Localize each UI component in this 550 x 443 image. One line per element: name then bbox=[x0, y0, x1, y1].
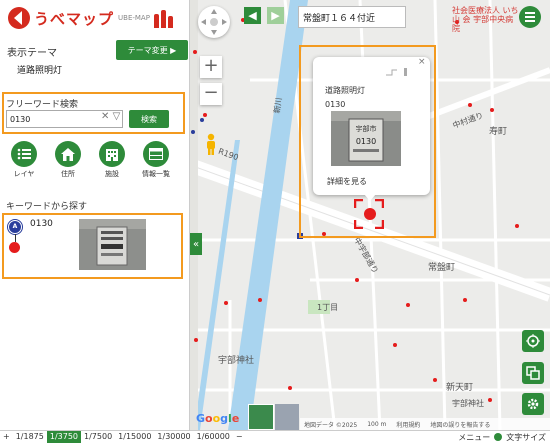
scale-minus[interactable]: − bbox=[233, 431, 246, 443]
locate-icon[interactable] bbox=[522, 330, 544, 352]
layer-toggle-thumb[interactable] bbox=[248, 404, 274, 430]
poi-label-ube-jinja: 宇部神社 bbox=[452, 399, 484, 408]
popup-code: 0130 bbox=[325, 100, 346, 109]
logo-text: うべマップ bbox=[34, 9, 115, 28]
freeword-highlight bbox=[2, 92, 185, 134]
home-icon bbox=[55, 141, 81, 167]
logo-mark-icon bbox=[8, 7, 30, 29]
svg-text:宇部市: 宇部市 bbox=[356, 124, 377, 133]
popup-title: 道路照明灯 bbox=[325, 86, 365, 95]
svg-text:0130: 0130 bbox=[356, 137, 376, 146]
google-logo: Google bbox=[196, 412, 240, 425]
logo[interactable]: うべマップ UBE-MAP bbox=[8, 6, 178, 30]
satellite-toggle-thumb[interactable] bbox=[275, 404, 299, 430]
details-link[interactable]: 詳細を見る bbox=[327, 176, 367, 187]
building-icon bbox=[99, 141, 125, 167]
facility-button[interactable]: 施設 bbox=[96, 141, 128, 179]
current-theme: 道路照明灯 bbox=[17, 66, 63, 76]
result-highlight bbox=[2, 213, 183, 279]
scale-option[interactable]: 1/60000 bbox=[194, 431, 233, 443]
keyword-label: キーワードから探す bbox=[6, 202, 88, 212]
scale-option[interactable]: 1/7500 bbox=[81, 431, 115, 443]
selected-marker[interactable] bbox=[364, 208, 376, 220]
route-icon[interactable] bbox=[385, 67, 409, 77]
layer-label: レイヤ bbox=[13, 170, 35, 178]
forward-arrow-icon[interactable]: ▶ bbox=[267, 7, 284, 24]
text-size-icon bbox=[494, 433, 503, 441]
area-label-1chome: 1丁目 bbox=[317, 303, 339, 312]
zoom-in-button[interactable]: + bbox=[200, 56, 222, 78]
area-label-tokiwa: 常盤町 bbox=[428, 263, 456, 273]
river-label: 新川 bbox=[272, 96, 284, 115]
logo-subtitle: UBE-MAP bbox=[118, 14, 150, 22]
popup-photo[interactable]: 宇部市 0130 bbox=[331, 111, 401, 166]
theme-change-button[interactable]: テーマ変更 ▶ bbox=[116, 40, 188, 60]
map-attribution: 地図データ ©2025 100 m 利用規約 地図の誤りを報告する bbox=[300, 418, 550, 430]
menu-link[interactable]: メニュー bbox=[458, 432, 490, 443]
info-popup: × 道路照明灯 0130 宇部市 0130 詳細を見る bbox=[313, 57, 430, 195]
scale-option[interactable]: 1/30000 bbox=[154, 431, 193, 443]
scale-bar: + 1/1875 1/3750 1/7500 1/15000 1/30000 1… bbox=[0, 430, 550, 443]
poi-label-hospital: 社会医療法人 いち 山 会 宇部中央病院 bbox=[452, 6, 519, 33]
poi-label-jinja: 宇部神社 bbox=[218, 356, 255, 366]
gear-icon[interactable] bbox=[522, 393, 544, 415]
scale-option-active[interactable]: 1/3750 bbox=[46, 430, 82, 443]
scale-option[interactable]: 1/1875 bbox=[13, 431, 47, 443]
report-link[interactable]: 地図の誤りを報告する bbox=[430, 420, 490, 429]
collapse-panel-button[interactable]: « bbox=[190, 233, 202, 255]
list-icon bbox=[11, 141, 37, 167]
address-label: 住所 bbox=[61, 170, 75, 178]
theme-label: 表示テーマ bbox=[7, 48, 57, 59]
logo-people-icon bbox=[153, 8, 178, 28]
compass-icon bbox=[201, 9, 227, 35]
pegman-icon[interactable] bbox=[204, 133, 218, 155]
close-icon[interactable]: × bbox=[418, 57, 426, 67]
compass-control[interactable] bbox=[198, 6, 230, 38]
info-list-button[interactable]: 情報一覧 bbox=[140, 141, 172, 179]
info-list-label: 情報一覧 bbox=[142, 170, 170, 178]
area-label-kotobuki: 寿町 bbox=[489, 127, 508, 137]
text-size-link[interactable]: 文字サイズ bbox=[506, 432, 546, 443]
address-display: 常盤町１６４付近 bbox=[298, 6, 406, 28]
menu-icon[interactable] bbox=[519, 6, 541, 28]
scale-option[interactable]: 1/15000 bbox=[115, 431, 154, 443]
layers-copy-icon[interactable] bbox=[522, 362, 544, 384]
scale-plus[interactable]: + bbox=[0, 431, 13, 443]
table-icon bbox=[143, 141, 169, 167]
back-arrow-icon[interactable]: ◀ bbox=[244, 7, 261, 24]
zoom-out-button[interactable]: − bbox=[200, 83, 222, 105]
address-button[interactable]: 住所 bbox=[52, 141, 84, 179]
layer-button[interactable]: レイヤ bbox=[8, 141, 40, 179]
facility-label: 施設 bbox=[105, 170, 119, 178]
area-label-shintenchi: 新天町 bbox=[446, 383, 474, 393]
terms-link[interactable]: 利用規約 bbox=[396, 420, 420, 429]
